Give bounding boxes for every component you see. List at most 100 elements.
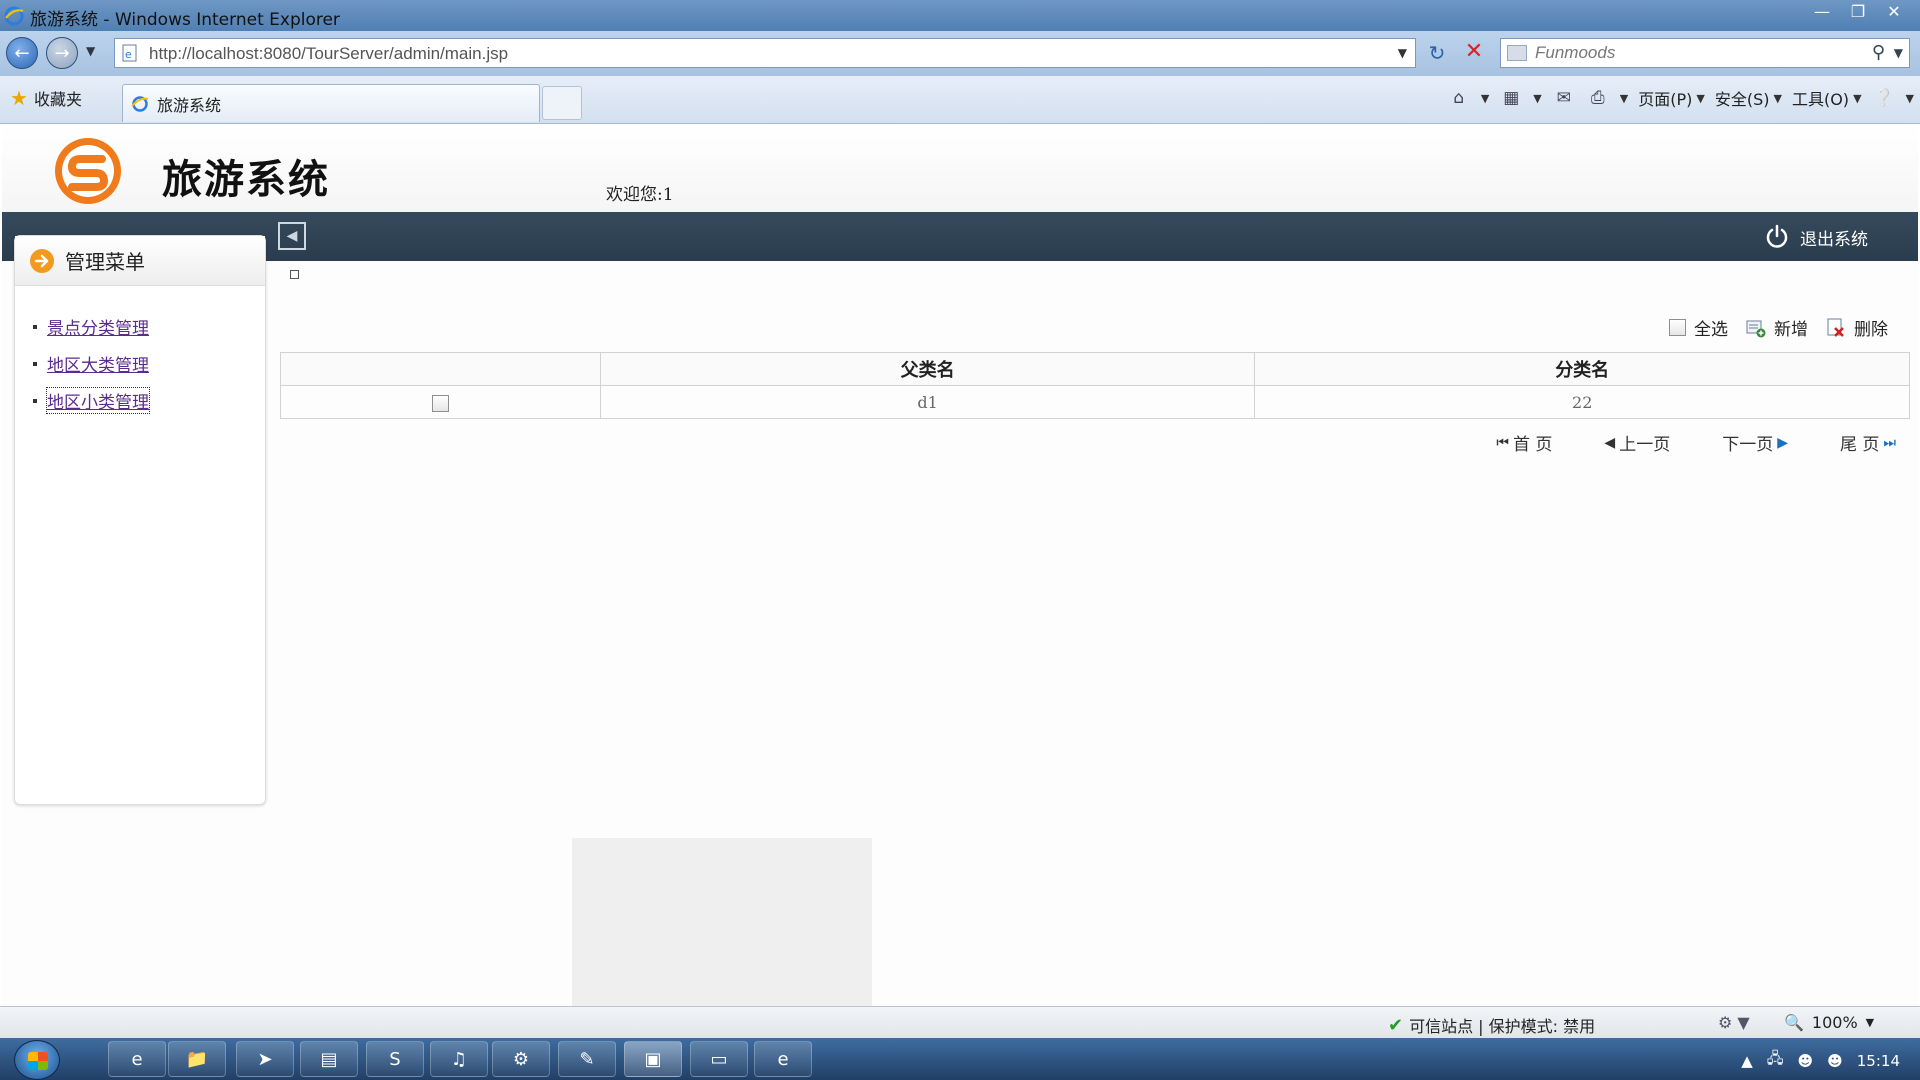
top-nav-bar: ◀ 退出系统 (2, 212, 1918, 261)
home-icon[interactable]: ⌂ (1447, 87, 1471, 109)
sidebar-link[interactable]: 地区大类管理 (47, 351, 149, 376)
zoom-control[interactable]: 🔍 100% ▼ (1784, 1013, 1874, 1032)
minimize-button[interactable]: — (1804, 0, 1840, 22)
last-page-button[interactable]: 尾 页 ⏭ (1840, 430, 1896, 456)
favorites-button[interactable]: ★ 收藏夹 (10, 86, 82, 110)
logout-label: 退出系统 (1800, 229, 1868, 250)
delete-icon (1827, 318, 1844, 337)
print-icon[interactable]: ⎙ (1586, 87, 1610, 109)
search-icon[interactable]: ⚲ (1872, 42, 1885, 63)
column-header-parent: 父类名 (599, 352, 1256, 386)
sidebar-item-region-major: 地区大类管理 (33, 345, 149, 382)
search-box[interactable]: Funmoods ⚲ ▼ (1500, 38, 1910, 68)
menu-tools[interactable]: 工具(O) ▼ (1792, 86, 1862, 110)
sidebar: 管理菜单 景点分类管理 地区大类管理 地区小类管理 (14, 235, 266, 805)
favorites-bar: ★ 收藏夹 旅游系统 ⌂ ▼ ▦ ▼ ✉ ⎙ ▼ 页面(P) ▼ 安全(S) ▼ 工具(O… (0, 76, 1920, 124)
security-zone[interactable]: ✔ 可信站点 | 保护模式: 禁用 (1388, 1013, 1595, 1037)
first-page-button[interactable]: ⏮ 首 页 (1496, 430, 1552, 456)
parent-name-cell: d1 (599, 385, 1256, 419)
taskbar-ie-icon[interactable]: e (108, 1041, 166, 1077)
prev-page-icon: ◀ (1604, 434, 1616, 451)
system-tray: ▲ 🖧 ☻ ☻ 15:14 (1741, 1048, 1900, 1073)
search-dropdown-icon[interactable]: ▼ (1894, 46, 1903, 60)
help-icon[interactable]: ❔ (1872, 87, 1896, 109)
page-icon: e (122, 44, 137, 62)
taskbar-ie2-icon[interactable]: e (754, 1041, 812, 1077)
zoom-dropdown-icon[interactable]: ▼ (1866, 1016, 1874, 1029)
history-dropdown-icon[interactable]: ▼ (86, 44, 95, 58)
new-tab-button[interactable] (542, 86, 582, 120)
search-input[interactable]: Funmoods (1535, 43, 1615, 63)
site-title: 旅游系统 (162, 156, 330, 203)
next-page-icon: ▶ (1777, 434, 1788, 451)
menu-safety[interactable]: 安全(S) ▼ (1715, 86, 1782, 110)
address-bar[interactable]: e http://localhost:8080/TourServer/admin… (114, 38, 1416, 68)
select-all-control[interactable]: 全选 (1669, 315, 1728, 340)
tray-expand-icon[interactable]: ▲ (1741, 1052, 1753, 1070)
network-icon[interactable]: 🖧 (1767, 1048, 1784, 1073)
table-row: d1 22 (280, 385, 1910, 419)
feeds-icon[interactable]: ▦ (1499, 87, 1523, 109)
window-titlebar: 旅游系统 - Windows Internet Explorer — ❐ ✕ (0, 0, 1920, 31)
web-page: 旅游系统 欢迎您:1 ◀ 退出系统 管理菜单 景点分类管理 地区大类管理 地区小… (2, 125, 1918, 1008)
qq2-icon[interactable]: ☻ (1827, 1052, 1843, 1070)
close-window-button[interactable]: ✕ (1876, 0, 1912, 22)
delete-button[interactable]: 删除 (1826, 315, 1888, 340)
url-text[interactable]: http://localhost:8080/TourServer/admin/m… (149, 44, 508, 64)
forward-button[interactable]: → (46, 37, 78, 69)
sidebar-menu: 景点分类管理 地区大类管理 地区小类管理 (33, 308, 150, 419)
select-all-checkbox[interactable] (1669, 319, 1686, 336)
sidebar-heading: 管理菜单 (65, 250, 145, 274)
clock[interactable]: 15:14 (1857, 1052, 1900, 1070)
sidebar-item-region-minor: 地区小类管理 (33, 382, 150, 419)
mail-icon[interactable]: ✉ (1552, 87, 1576, 109)
browser-tab[interactable]: 旅游系统 (122, 84, 540, 122)
table-header-row: 父类名 分类名 (280, 352, 1910, 386)
refresh-icon[interactable]: ↻ (1424, 41, 1450, 67)
row-checkbox[interactable] (431, 394, 449, 412)
collapse-sidebar-button[interactable]: ◀ (278, 222, 306, 250)
next-page-button[interactable]: 下一页 ▶ (1722, 430, 1788, 456)
home-dropdown-icon[interactable]: ▼ (1481, 92, 1489, 105)
qq-icon[interactable]: ☻ (1797, 1052, 1813, 1070)
category-name-cell: 22 (1254, 385, 1910, 419)
status-bar: ✔ 可信站点 | 保护模式: 禁用 ⚙ ▼ 🔍 100% ▼ (0, 1006, 1920, 1038)
taskbar-explorer-icon[interactable]: 📁 (168, 1041, 226, 1077)
data-table: 父类名 分类名 d1 22 (280, 352, 1910, 419)
site-header: 旅游系统 欢迎您:1 (2, 125, 1918, 212)
back-button[interactable]: ← (6, 37, 38, 69)
window-thumbnail-preview (572, 838, 872, 1008)
print-dropdown-icon[interactable]: ▼ (1620, 92, 1628, 105)
taskbar-app-icon[interactable]: ➤ (236, 1041, 294, 1077)
placeholder-square-icon (290, 270, 299, 279)
add-label: 新增 (1774, 320, 1808, 340)
sidebar-link[interactable]: 地区小类管理 (46, 387, 150, 414)
taskbar-document-icon[interactable]: ▤ (300, 1041, 358, 1077)
menu-page[interactable]: 页面(P) ▼ (1638, 86, 1705, 110)
add-icon (1746, 320, 1766, 337)
column-header-name: 分类名 (1254, 352, 1910, 386)
logout-button[interactable]: 退出系统 (1764, 224, 1868, 250)
prev-page-button[interactable]: ◀ 上一页 (1604, 430, 1670, 456)
check-icon: ✔ (1388, 1014, 1404, 1036)
feeds-dropdown-icon[interactable]: ▼ (1533, 92, 1541, 105)
sidebar-header: 管理菜单 (15, 236, 265, 286)
site-logo-icon (55, 138, 121, 204)
taskbar-folder-icon[interactable]: ✎ (558, 1041, 616, 1077)
taskbar-display-icon[interactable]: ▭ (690, 1041, 748, 1077)
protected-mode-icon[interactable]: ⚙ ▼ (1718, 1013, 1750, 1032)
sidebar-link[interactable]: 景点分类管理 (47, 314, 149, 339)
address-dropdown-icon[interactable]: ▼ (1398, 46, 1407, 60)
add-button[interactable]: 新增 (1746, 315, 1808, 340)
zoom-icon: 🔍 (1784, 1013, 1804, 1032)
taskbar-window-icon[interactable]: ▣ (624, 1041, 682, 1077)
taskbar-media-icon[interactable]: ♫ (430, 1041, 488, 1077)
start-button[interactable] (14, 1040, 60, 1080)
taskbar-sogou-icon[interactable]: S (366, 1041, 424, 1077)
help-dropdown-icon[interactable]: ▼ (1906, 92, 1914, 105)
power-icon (1766, 224, 1788, 248)
delete-label: 删除 (1854, 320, 1888, 340)
restore-button[interactable]: ❐ (1840, 0, 1876, 22)
stop-icon[interactable]: ✕ (1461, 39, 1487, 65)
taskbar-settings-icon[interactable]: ⚙ (492, 1041, 550, 1077)
